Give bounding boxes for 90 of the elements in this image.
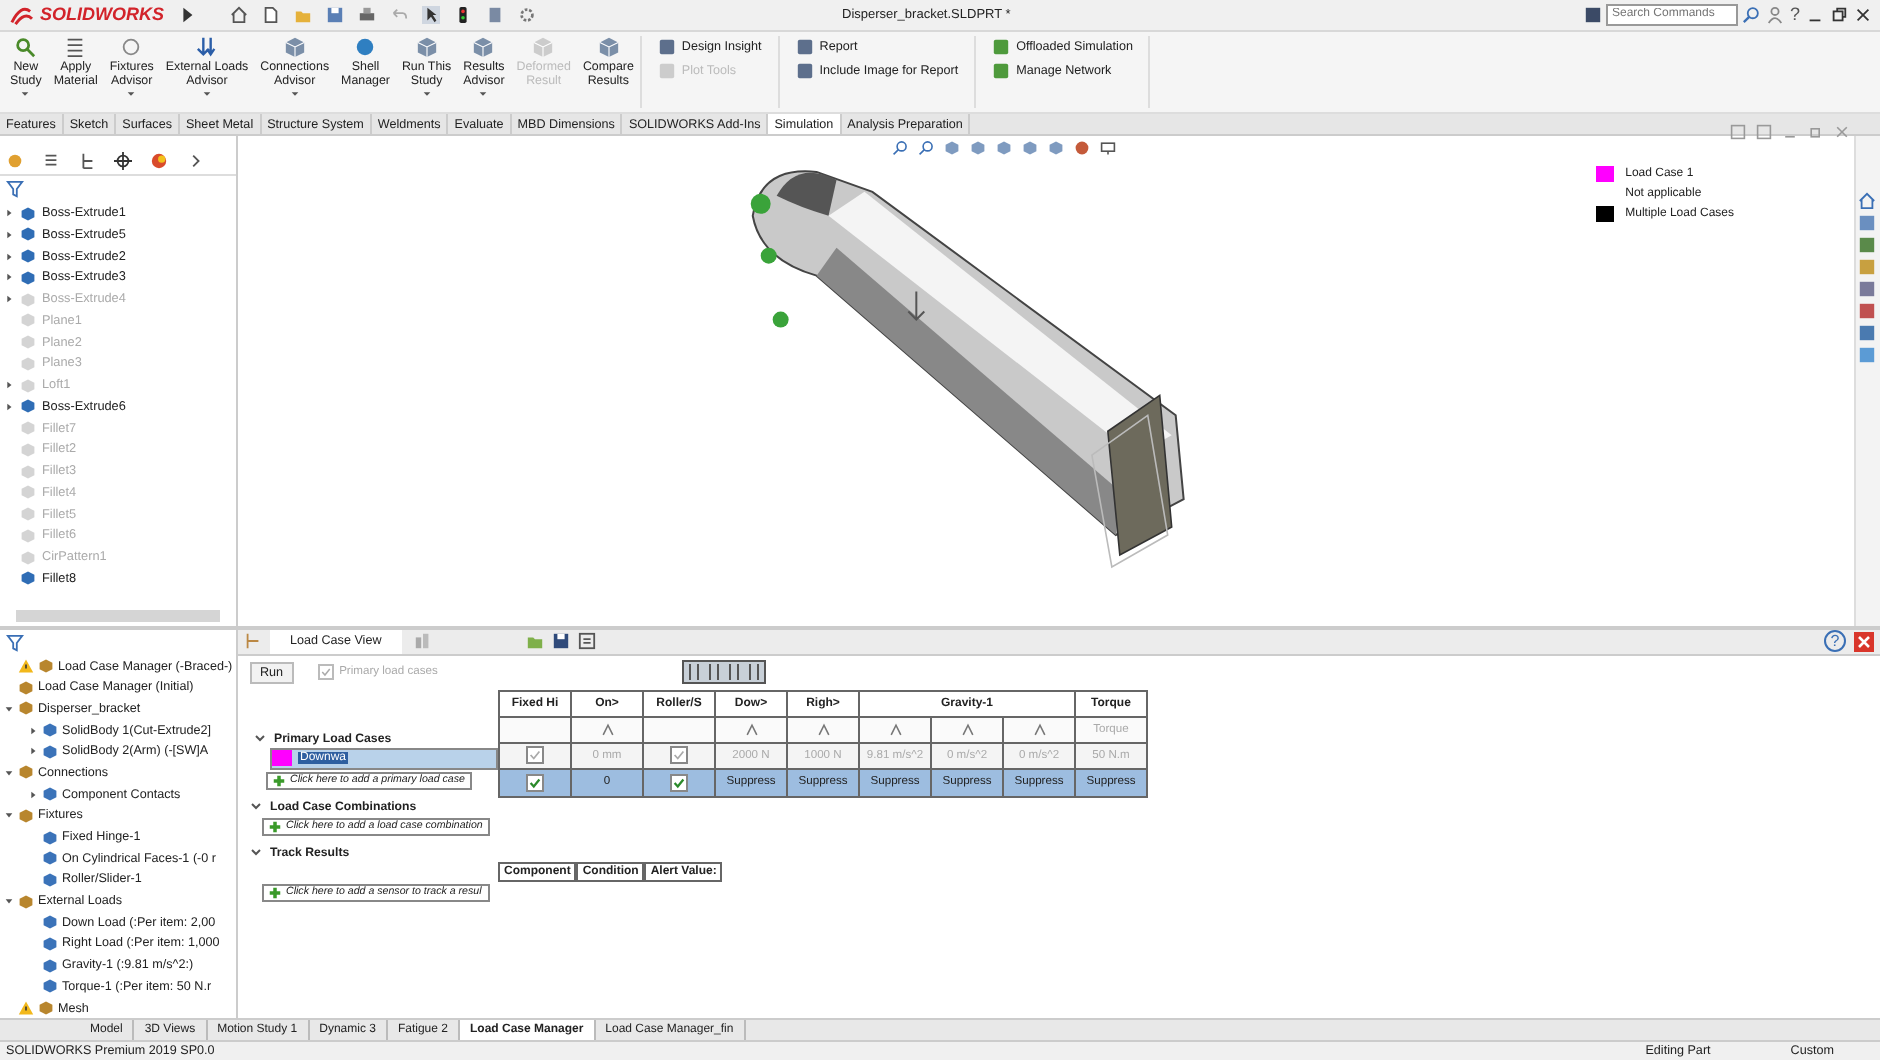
plus-icon [268,885,282,900]
brand-name: SOLIDWORKS [40,4,164,25]
node-icon [18,764,34,781]
node-icon [38,1000,54,1017]
help-button[interactable]: ? [1789,4,1800,25]
expand-arrow-icon[interactable] [4,767,14,778]
load-type-icon[interactable] [723,662,744,683]
load-direction-icon [887,721,903,738]
appearance-icon[interactable] [150,152,168,171]
traffic-light-icon[interactable] [454,5,472,24]
chart-icon [413,632,432,651]
tree-icon[interactable] [78,152,96,171]
gear-icon[interactable] [518,5,536,24]
plus-icon [272,773,286,788]
plus-icon [268,819,282,834]
expand-arrow-icon[interactable] [4,810,14,821]
expand-arrow-icon[interactable] [4,896,14,907]
node-icon [18,807,34,824]
expand-arrow-icon[interactable] [4,251,14,262]
expand-arrow-icon[interactable] [28,789,38,800]
node-icon [42,935,58,952]
node-icon [18,679,34,696]
save-icon[interactable] [326,5,344,24]
expand-arrow-icon[interactable] [4,703,14,714]
circle-icon [120,35,143,58]
node-icon [42,850,58,867]
node-icon [18,700,34,717]
save-icon[interactable] [551,632,570,651]
close-icon[interactable] [1854,5,1872,24]
expand-arrow-icon[interactable] [28,746,38,757]
node-icon [42,978,58,995]
node-icon [42,829,58,846]
expand-arrow-icon[interactable] [4,380,14,391]
monitor-icon[interactable] [1100,140,1116,157]
zoom-icon[interactable] [918,140,934,157]
expand-arrow-icon[interactable] [28,725,38,736]
crosshair-icon[interactable] [114,152,132,171]
print-icon[interactable] [358,5,376,24]
node-icon [42,914,58,931]
load-type-icon[interactable] [683,662,704,683]
expand-arrow-icon[interactable] [4,294,14,305]
play-icon[interactable] [178,5,196,24]
window-tile-icon[interactable] [1730,124,1746,141]
sphere-icon [354,35,377,58]
arrows-icon [196,35,218,58]
collapse-chevron-icon[interactable] [250,800,262,813]
expand-arrow-icon[interactable] [4,229,14,240]
user-icon[interactable] [1765,5,1784,24]
load-type-icon[interactable] [743,662,764,683]
expand-arrow-icon[interactable] [4,401,14,412]
node-icon [42,722,58,739]
collapse-chevron-icon[interactable] [254,732,266,745]
list-icon[interactable] [577,632,596,651]
command-icon [1583,5,1602,24]
list-icon[interactable] [42,152,60,171]
close-icon[interactable] [1854,631,1874,652]
node-icon [38,658,54,675]
load-direction-icon [1031,721,1047,738]
table-checkbox[interactable] [526,773,544,792]
search-icon[interactable] [1741,5,1760,24]
zoom-icon[interactable] [892,140,908,157]
load-type-icon[interactable] [703,662,724,683]
table-checkbox[interactable] [670,773,688,792]
node-icon [42,957,58,974]
load-direction-icon [815,721,831,738]
select-icon[interactable] [422,5,440,24]
filter-icon[interactable] [6,180,24,199]
list-icon [64,35,87,58]
home-icon[interactable] [1858,192,1876,211]
home-icon[interactable] [230,5,248,24]
node-icon [18,893,34,910]
tree-icon [244,632,262,651]
globe-icon[interactable] [1074,140,1090,157]
node-icon [42,743,58,760]
expand-arrow-icon[interactable] [4,208,14,219]
new-document-icon[interactable] [262,5,280,24]
magnifier-icon [14,35,37,58]
logo-icon [8,3,34,26]
expand-arrow-icon[interactable] [4,272,14,283]
window-tile-icon[interactable] [1756,124,1772,141]
filter-icon[interactable] [6,633,24,652]
load-direction-icon [959,721,975,738]
bracket-model-drawing[interactable] [750,170,1185,569]
node-icon [42,786,58,803]
load-direction-icon [599,721,615,738]
restore-icon[interactable] [1830,5,1848,24]
load-direction-icon [743,721,759,738]
help-button[interactable]: ? [1824,630,1846,653]
collapse-chevron-icon[interactable] [250,846,262,859]
node-icon [42,871,58,888]
